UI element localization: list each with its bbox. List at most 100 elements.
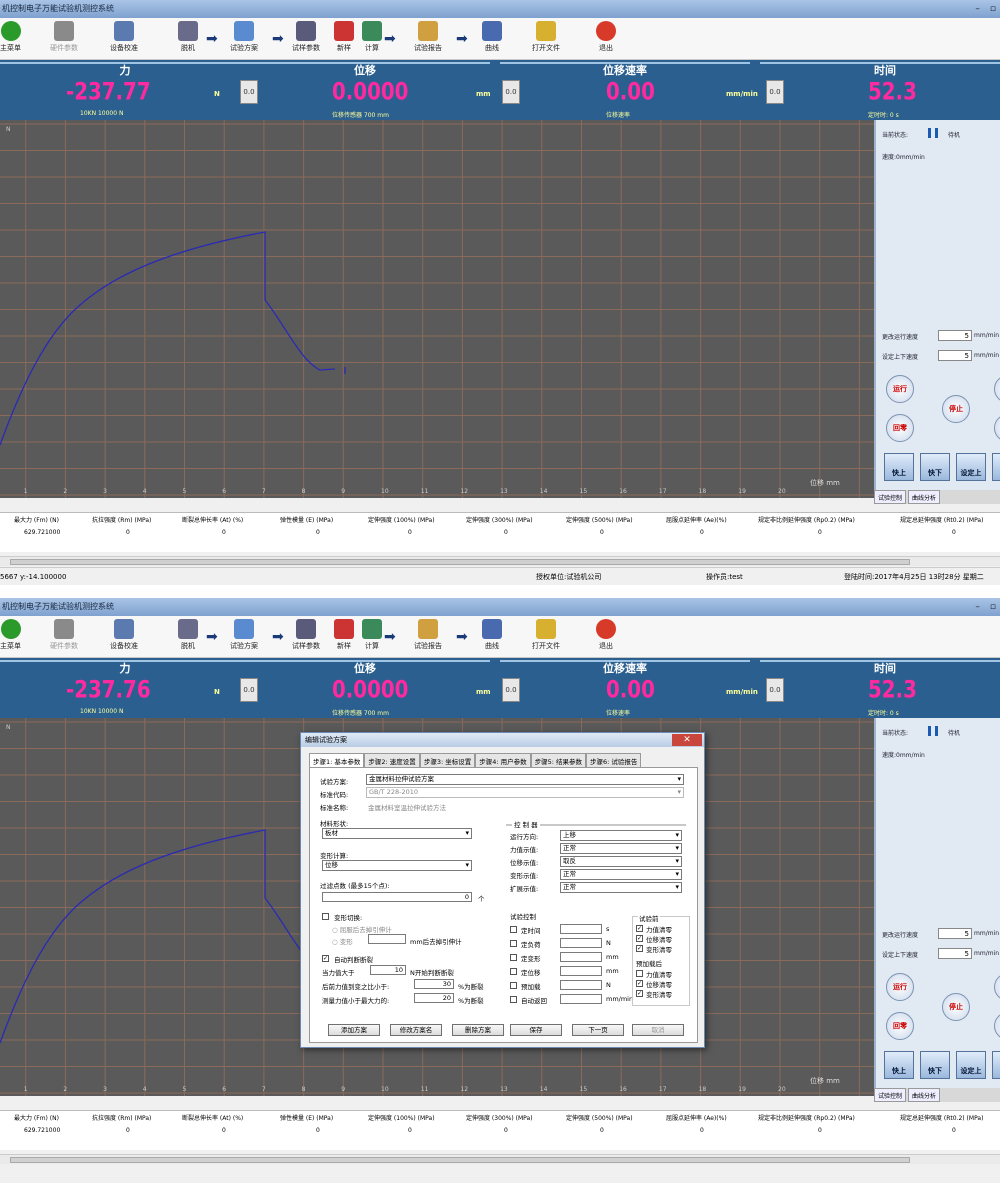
toolbar-plan-button[interactable]: 试验方案 xyxy=(230,21,258,53)
before-checkbox[interactable]: ✓ xyxy=(636,935,643,942)
toolbar-main-menu-button[interactable]: 主菜单 xyxy=(0,21,21,53)
toolbar-gear-button[interactable]: 硬件参数 xyxy=(50,619,78,651)
preload-checkbox[interactable] xyxy=(636,970,643,977)
test-ctrl-input[interactable] xyxy=(560,924,602,934)
test-ctrl-input[interactable] xyxy=(560,980,602,990)
toolbar-exit-button[interactable]: 退出 xyxy=(596,21,616,53)
toolbar-calculator-button[interactable]: 计算 xyxy=(362,21,382,53)
test-ctrl-input[interactable] xyxy=(560,938,602,948)
return-zero-button[interactable]: 回零 xyxy=(886,414,914,442)
shape-select[interactable]: 板材 xyxy=(322,828,472,839)
delete-plan-button[interactable]: 删除方案 xyxy=(452,1024,504,1036)
maximize-button[interactable]: ▫ xyxy=(990,601,996,613)
dialog-close-button[interactable]: ✕ xyxy=(672,734,702,746)
minimize-button[interactable]: – xyxy=(975,3,980,15)
scrollbar-thumb[interactable] xyxy=(10,559,910,565)
extra-square-button[interactable] xyxy=(992,453,1000,481)
test-ctrl-checkbox[interactable] xyxy=(510,982,517,989)
toolbar-specimen-button[interactable]: 试样参数 xyxy=(292,619,320,651)
toolbar-new-sample-button[interactable]: 新样 xyxy=(334,21,354,53)
tab-user-params[interactable]: 步骤4: 用户参数 xyxy=(475,753,531,768)
stop-button[interactable]: 停止 xyxy=(942,395,970,423)
return-zero-button[interactable]: 回零 xyxy=(886,1012,914,1040)
force-gt-input[interactable]: 10 xyxy=(370,965,406,975)
test-ctrl-input[interactable] xyxy=(560,966,602,976)
tab-report[interactable]: 步骤6: 试验报告 xyxy=(586,753,642,768)
fast-down-button[interactable]: 快下 xyxy=(920,1051,950,1079)
extra-round-button-2[interactable] xyxy=(994,414,1000,442)
preload-checkbox[interactable]: ✓ xyxy=(636,980,643,987)
ctrl-select[interactable]: 上移 xyxy=(560,830,682,841)
ctrl-select[interactable]: 取反 xyxy=(560,856,682,867)
curve-plot[interactable]: 1 2 3 4 5 6 7 8 9 10 11 12 13 14 15 16 17 18 19 20 N 位移 mm xyxy=(0,120,874,498)
minimize-button[interactable]: – xyxy=(975,601,980,613)
toolbar-folder-button[interactable]: 打开文件 xyxy=(532,21,560,53)
ctrl-select[interactable]: 正常 xyxy=(560,869,682,880)
set-speed-input[interactable]: 5 xyxy=(938,948,972,959)
ratio-input[interactable]: 30 xyxy=(414,979,454,989)
test-ctrl-input[interactable] xyxy=(560,994,602,1004)
maximize-button[interactable]: ▫ xyxy=(990,3,996,15)
extra-round-button[interactable] xyxy=(994,375,1000,403)
disp-zero-button[interactable]: 0.0 xyxy=(502,80,520,104)
add-plan-button[interactable]: 添加方案 xyxy=(328,1024,380,1036)
tab-result-params[interactable]: 步骤5: 结果参数 xyxy=(530,753,587,768)
deform-mm-input[interactable] xyxy=(368,934,406,944)
toolbar-clip-button[interactable]: 脱机 xyxy=(178,21,198,53)
max-input[interactable]: 20 xyxy=(414,993,454,1003)
test-ctrl-checkbox[interactable] xyxy=(510,954,517,961)
run-button[interactable]: 运行 xyxy=(886,973,914,1001)
run-speed-input[interactable]: 5 xyxy=(938,330,972,341)
toolbar-calibrate-button[interactable]: 设备校准 xyxy=(110,619,138,651)
toolbar-calculator-button[interactable]: 计算 xyxy=(362,619,382,651)
std-code-select[interactable]: GB/T 228-2010 xyxy=(366,787,684,798)
fast-up-button[interactable]: 快上 xyxy=(884,453,914,481)
toolbar-folder-button[interactable]: 打开文件 xyxy=(532,619,560,651)
set-up-button[interactable]: 设定上 xyxy=(956,453,986,481)
tab-basic-params[interactable]: 步骤1: 基本参数 xyxy=(309,753,365,768)
tab-test-control[interactable]: 试验控制 xyxy=(874,1088,907,1102)
auto-break-checkbox[interactable]: ✓ xyxy=(322,955,329,962)
deform-switch-checkbox[interactable] xyxy=(322,913,329,920)
stop-button[interactable]: 停止 xyxy=(942,993,970,1021)
fast-down-button[interactable]: 快下 xyxy=(920,453,950,481)
rename-plan-button[interactable]: 修改方案名 xyxy=(390,1024,442,1036)
ctrl-select[interactable]: 正常 xyxy=(560,843,682,854)
scrollbar-thumb[interactable] xyxy=(10,1157,910,1163)
toolbar-exit-button[interactable]: 退出 xyxy=(596,619,616,651)
test-ctrl-checkbox[interactable] xyxy=(510,968,517,975)
deform-radio[interactable]: ○ 变形 xyxy=(332,936,353,946)
deform-select[interactable]: 位移 xyxy=(322,860,472,871)
run-speed-input[interactable]: 5 xyxy=(938,928,972,939)
horizontal-scrollbar[interactable] xyxy=(0,1154,1000,1164)
toolbar-report-button[interactable]: 试验报告 xyxy=(414,21,442,53)
tab-curve-analysis[interactable]: 曲线分析 xyxy=(908,1088,941,1102)
preload-checkbox[interactable]: ✓ xyxy=(636,990,643,997)
toolbar-plan-button[interactable]: 试验方案 xyxy=(230,619,258,651)
set-speed-input[interactable]: 5 xyxy=(938,350,972,361)
filter-input[interactable]: 0 xyxy=(322,892,472,902)
toolbar-clip-button[interactable]: 脱机 xyxy=(178,619,198,651)
ctrl-select[interactable]: 正常 xyxy=(560,882,682,893)
toolbar-gear-button[interactable]: 硬件参数 xyxy=(50,21,78,53)
extra-square-button[interactable] xyxy=(992,1051,1000,1079)
test-ctrl-input[interactable] xyxy=(560,952,602,962)
toolbar-calibrate-button[interactable]: 设备校准 xyxy=(110,21,138,53)
save-button[interactable]: 保存 xyxy=(510,1024,562,1036)
next-page-button[interactable]: 下一页 xyxy=(572,1024,624,1036)
set-up-button[interactable]: 设定上 xyxy=(956,1051,986,1079)
toolbar-main-menu-button[interactable]: 主菜单 xyxy=(0,619,21,651)
force-zero-button[interactable]: 0.0 xyxy=(240,80,258,104)
test-ctrl-checkbox[interactable] xyxy=(510,996,517,1003)
toolbar-new-sample-button[interactable]: 新样 xyxy=(334,619,354,651)
extra-round-button-2[interactable] xyxy=(994,1012,1000,1040)
toolbar-curve-button[interactable]: 曲线 xyxy=(482,21,502,53)
horizontal-scrollbar[interactable] xyxy=(0,556,1000,566)
extra-round-button[interactable] xyxy=(994,973,1000,1001)
plan-select[interactable]: 金属材料拉伸试验方案 xyxy=(366,774,684,785)
run-button[interactable]: 运行 xyxy=(886,375,914,403)
toolbar-report-button[interactable]: 试验报告 xyxy=(414,619,442,651)
fast-up-button[interactable]: 快上 xyxy=(884,1051,914,1079)
speed-zero-button[interactable]: 0.0 xyxy=(766,678,784,702)
after-yield-radio[interactable]: ○ 屈服后去掉引伸计 xyxy=(332,924,392,934)
